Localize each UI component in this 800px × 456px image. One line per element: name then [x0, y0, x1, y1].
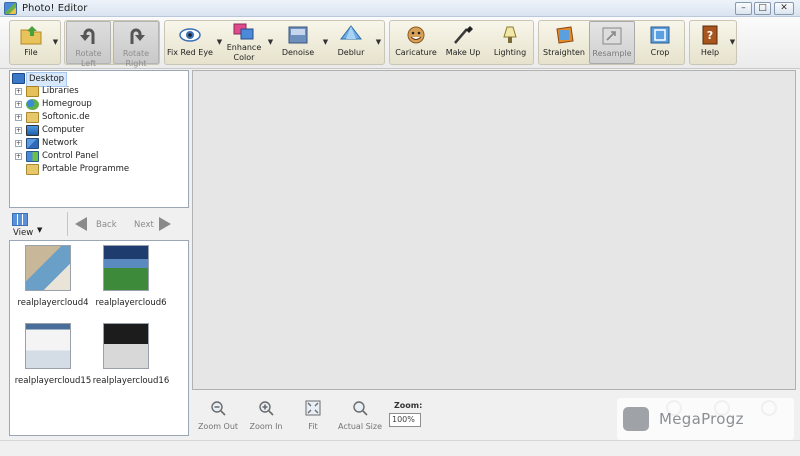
watermark-text: MegaProgz — [659, 410, 744, 428]
thumbnail-image[interactable] — [103, 323, 149, 369]
expand-icon[interactable]: + — [15, 153, 22, 160]
view-grid-icon[interactable] — [12, 213, 28, 226]
deblur-button[interactable]: Deblur — [331, 21, 371, 64]
deblur-dropdown-arrow[interactable]: ▼ — [375, 38, 382, 46]
lighting-icon — [503, 26, 517, 43]
thumbnail-image[interactable] — [103, 245, 149, 291]
crop-icon — [650, 26, 670, 44]
thumbnail-image[interactable] — [25, 245, 71, 291]
watermark-logo-icon — [623, 407, 649, 431]
face-group: Caricature Make Up Lighting — [389, 20, 534, 65]
fix-red-eye-button[interactable]: Fix Red Eye — [166, 21, 214, 64]
file-button[interactable]: File — [12, 21, 50, 64]
color-swatch-icon — [233, 23, 254, 40]
straighten-icon — [556, 26, 574, 44]
minimize-button[interactable]: – — [735, 2, 752, 15]
actual-size-icon — [353, 401, 368, 416]
svg-text:?: ? — [707, 29, 713, 42]
expand-icon[interactable]: + — [15, 127, 22, 134]
caricature-face-icon — [407, 26, 425, 44]
maximize-button[interactable]: □ — [754, 2, 771, 15]
network-icon — [26, 138, 39, 149]
help-button[interactable]: ? Help — [692, 21, 728, 64]
rotate-right-icon — [130, 28, 145, 44]
rotate-left-icon — [79, 28, 94, 44]
nav-separator — [67, 212, 68, 236]
fix-red-eye-dropdown-arrow[interactable]: ▼ — [216, 38, 223, 46]
zoom-out-icon — [211, 401, 226, 416]
enhance-color-button[interactable]: Enhance Color — [225, 21, 263, 64]
zoom-label: Zoom: — [394, 401, 423, 410]
view-dropdown-arrow[interactable]: ▼ — [37, 226, 42, 234]
enhance-group: Fix Red Eye ▼ Enhance Color ▼ Denoise ▼ D… — [164, 20, 385, 65]
view-button[interactable]: View — [13, 228, 33, 238]
status-bar — [0, 440, 800, 456]
deblur-icon — [340, 25, 362, 40]
expand-icon[interactable]: + — [15, 140, 22, 147]
denoise-icon — [288, 26, 308, 44]
folder-icon — [20, 26, 42, 45]
rotate-left-button[interactable]: Rotate Left — [66, 21, 111, 68]
help-group: ? Help ▼ — [689, 20, 737, 65]
enhance-color-dropdown-arrow[interactable]: ▼ — [267, 38, 274, 46]
watermark: MegaProgz — [617, 398, 794, 440]
geometry-group: Straighten Resample Crop — [538, 20, 685, 65]
zoom-in-icon — [259, 401, 274, 416]
help-book-icon: ? — [702, 25, 718, 45]
rotate-right-button[interactable]: Rotate Right — [113, 21, 159, 68]
app-icon — [4, 2, 17, 15]
title-bar: Photo! Editor – □ ✕ — [0, 0, 800, 17]
desktop-icon — [12, 73, 25, 84]
folder-tree: Desktop + Libraries + Homegroup + Softon… — [9, 70, 189, 208]
window-title: Photo! Editor — [22, 3, 88, 14]
next-arrow-icon[interactable] — [159, 217, 171, 231]
next-button[interactable]: Next — [134, 220, 154, 230]
fit-icon — [305, 400, 321, 416]
libraries-icon — [26, 86, 39, 97]
resample-button[interactable]: Resample — [589, 21, 635, 64]
close-button[interactable]: ✕ — [774, 2, 794, 15]
file-group: File ▼ — [9, 20, 61, 65]
expand-icon[interactable]: + — [15, 101, 22, 108]
denoise-button[interactable]: Denoise — [277, 21, 319, 64]
main-toolbar: File ▼ Rotate Left Rotate Right Fix Red … — [0, 17, 800, 69]
rotate-group: Rotate Left Rotate Right — [64, 20, 160, 68]
back-button[interactable]: Back — [96, 220, 117, 230]
lighting-button[interactable]: Lighting — [488, 21, 532, 64]
folder-icon — [26, 164, 39, 175]
straighten-button[interactable]: Straighten — [541, 21, 587, 64]
folder-icon — [26, 112, 39, 123]
back-arrow-icon[interactable] — [75, 217, 87, 231]
file-dropdown-arrow[interactable]: ▼ — [52, 38, 59, 46]
homegroup-icon — [26, 99, 39, 110]
eye-icon — [179, 28, 201, 42]
expand-icon[interactable]: + — [15, 88, 22, 95]
browser-nav-bar: View ▼ Back Next — [9, 209, 189, 240]
thumbnail-panel: realplayercloud4 realplayercloud6 realpl… — [9, 240, 189, 436]
expand-icon[interactable]: + — [15, 114, 22, 121]
resample-icon — [602, 27, 622, 45]
thumbnail-image[interactable] — [25, 323, 71, 369]
makeup-brush-icon — [454, 26, 473, 44]
caricature-button[interactable]: Caricature — [392, 21, 440, 64]
computer-icon — [26, 125, 39, 136]
zoom-level-input[interactable]: 100% — [389, 413, 421, 427]
make-up-button[interactable]: Make Up — [442, 21, 484, 64]
control-panel-icon — [26, 151, 39, 162]
help-dropdown-arrow[interactable]: ▼ — [729, 38, 736, 46]
denoise-dropdown-arrow[interactable]: ▼ — [322, 38, 329, 46]
image-preview-area[interactable] — [192, 70, 796, 390]
crop-button[interactable]: Crop — [637, 21, 683, 64]
